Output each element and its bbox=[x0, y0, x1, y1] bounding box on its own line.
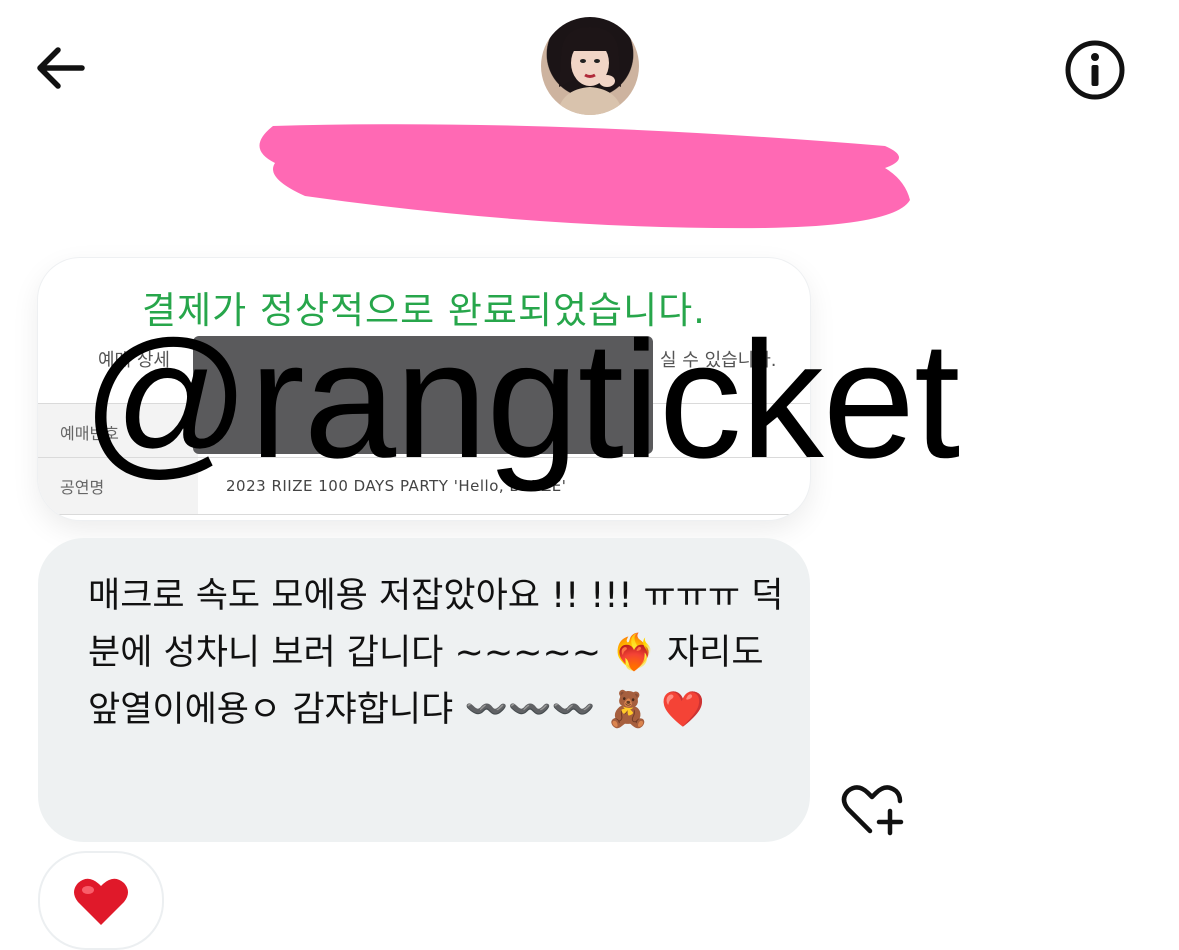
add-reaction-button[interactable] bbox=[840, 781, 906, 839]
reaction-pill[interactable] bbox=[38, 851, 164, 950]
red-heart-icon bbox=[74, 878, 128, 925]
arrow-left-icon bbox=[37, 47, 85, 89]
contact-avatar[interactable] bbox=[541, 17, 639, 115]
heart-plus-icon bbox=[841, 785, 904, 836]
avatar-portrait-icon bbox=[557, 27, 623, 115]
back-button[interactable] bbox=[30, 40, 94, 96]
watermark-text: @rangticket bbox=[82, 308, 960, 493]
info-button[interactable] bbox=[1063, 38, 1127, 102]
pink-redaction-scribble bbox=[259, 124, 910, 229]
message-text: 매크로 속도 모에용 저잡았아요 !! !!! ㅠㅠㅠ 덕분에 성차니 보러 갑… bbox=[88, 576, 784, 730]
info-circle-icon bbox=[1065, 40, 1125, 100]
conversation-header bbox=[0, 0, 1179, 120]
message-bubble[interactable]: 매크로 속도 모에용 저잡았아요 !! !!! ㅠㅠㅠ 덕분에 성차니 보러 갑… bbox=[38, 538, 810, 842]
